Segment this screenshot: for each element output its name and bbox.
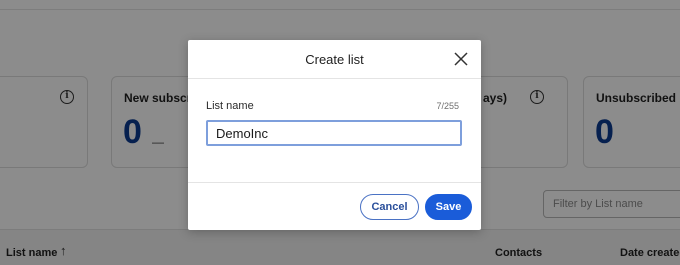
list-name-input[interactable]	[206, 120, 462, 146]
list-name-label: List name	[206, 100, 254, 112]
dialog-title: Create list	[305, 52, 364, 67]
create-list-dialog: Create list List name 7/255 Cancel Save	[188, 40, 481, 230]
close-button[interactable]	[453, 51, 469, 67]
close-icon	[454, 52, 468, 66]
character-counter: 7/255	[436, 101, 459, 111]
cancel-button[interactable]: Cancel	[360, 194, 419, 220]
dialog-divider	[188, 182, 481, 183]
dialog-header: Create list	[188, 40, 481, 79]
save-button[interactable]: Save	[425, 194, 472, 220]
